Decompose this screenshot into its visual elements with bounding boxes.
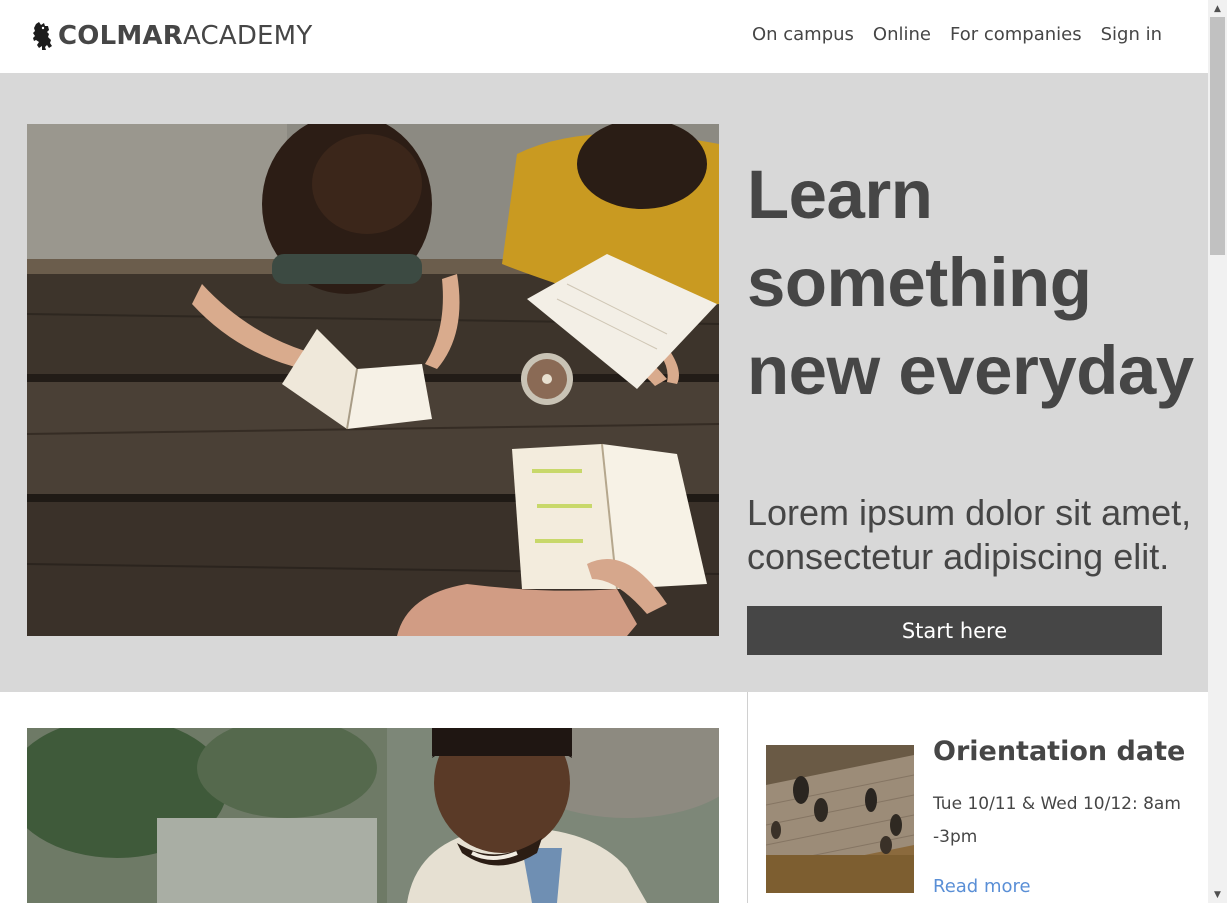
start-here-button[interactable]: Start here [747,606,1162,655]
event-date: Tue 10/11 & Wed 10/12: 8am -3pm [933,794,1181,847]
logo-text-light: ACADEMY [182,21,313,51]
scrollbar-thumb[interactable] [1210,17,1225,255]
hero-title: Learn something new everyday [747,156,1194,409]
main-nav: On campus Online For companies Sign in [752,24,1162,45]
content-section: Orientation date Tue 10/11 & Wed 10/12: … [0,692,1208,903]
hero-subtitle: Lorem ipsum dolor sit amet, consectetur … [747,492,1192,577]
photo-smiling-student [27,728,719,903]
scroll-down-arrow-icon[interactable]: ▼ [1208,886,1227,903]
page-scrollbar[interactable]: ▲ ▼ [1208,0,1227,903]
nav-online[interactable]: Online [873,24,931,45]
column-divider [747,692,748,903]
hero-photo-students-studying [27,124,719,636]
read-more-link[interactable]: Read more [933,876,1031,897]
lion-rampant-icon [33,22,52,50]
logo-text-strong: COLMAR [58,21,183,51]
hero-section: Learn something new everyday Lorem ipsum… [0,73,1208,692]
nav-for-companies[interactable]: For companies [950,24,1082,45]
nav-on-campus[interactable]: On campus [752,24,854,45]
scroll-up-arrow-icon[interactable]: ▲ [1208,0,1227,17]
nav-sign-in[interactable]: Sign in [1101,24,1162,45]
event-thumbnail-photo [766,745,914,893]
site-header: COLMAR ACADEMY On campus Online For compa… [0,0,1208,73]
site-logo[interactable]: COLMAR ACADEMY [30,19,312,53]
event-title: Orientation date [933,736,1186,767]
